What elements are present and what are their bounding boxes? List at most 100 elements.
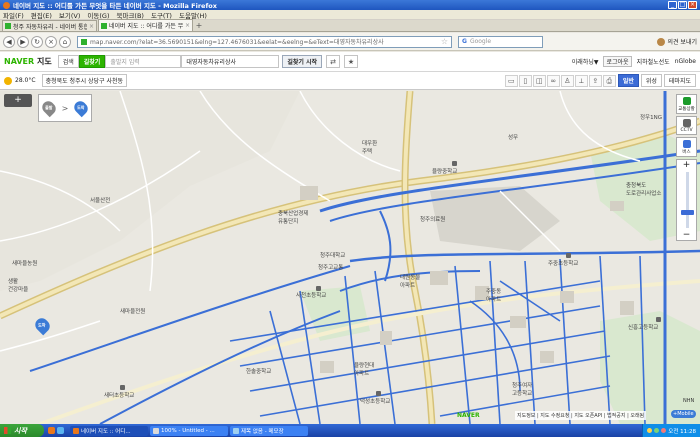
naver-favicon (81, 38, 87, 45)
taskbar-button-notepad[interactable]: 제목 없음 - 메모장 (230, 425, 308, 436)
tab-naver-map[interactable]: 네이버 지도 :: 어디를 가든 무엇을 ... × (98, 19, 193, 31)
school-icon (316, 286, 321, 291)
zoom-control: + − (676, 159, 697, 241)
clock: 오전 11:28 (668, 428, 696, 435)
taskbar-button-firefox[interactable]: 네이버 지도 :: 어디... (70, 425, 148, 436)
find-route-button[interactable]: 길찾기 시작 (282, 55, 323, 68)
new-tab-button[interactable]: + (194, 21, 204, 31)
tab-label: 네이버 지도 :: 어디를 가든 무엇을 ... (109, 23, 183, 30)
windows-logo-icon (4, 427, 11, 434)
menu-help[interactable]: 도움말(H) (179, 10, 207, 20)
end-pin-icon[interactable]: 도착 (72, 98, 91, 118)
school-icon (452, 161, 457, 166)
addon-icon[interactable] (657, 37, 666, 46)
menu-view[interactable]: 보기(V) (59, 10, 80, 20)
map-label: 한솔중학교 (246, 369, 272, 375)
subway-map-link[interactable]: 지하철노선도 (637, 57, 670, 66)
map-label: 서울산전 (90, 198, 111, 204)
map-label: 새마을농원 (12, 261, 38, 267)
map-tools: ▭ ▯ ◫ ∞ ♙ ⟂ ⇪ ⎙ 일반 위성 테마지도 (504, 74, 696, 87)
map-label: 주중초등학교 (548, 261, 579, 267)
subway-icon[interactable]: ▯ (518, 74, 532, 87)
zoom-slider-handle[interactable] (681, 210, 694, 215)
map-graphics (0, 91, 700, 424)
user-menu[interactable]: 이래하닝▼ (572, 57, 599, 66)
cctv-toggle[interactable]: CCTV (676, 116, 697, 135)
nglobe-link[interactable]: nGlobe (675, 58, 696, 65)
temperature: 28.0°C (15, 77, 36, 84)
url-bar[interactable]: map.naver.com/?elat=36.5690151&elng=127.… (77, 35, 452, 48)
start-button[interactable]: 시작 (0, 424, 44, 437)
close-button[interactable]: × (688, 1, 697, 9)
bus-toggle[interactable]: 버스 (676, 137, 697, 157)
school-icon (656, 317, 661, 322)
firefox-icon[interactable] (48, 427, 55, 434)
web-search-input[interactable]: G Google (458, 35, 543, 48)
search-tab[interactable]: 검색 (57, 55, 79, 68)
nav-right-tools: 의견 보내기 (655, 37, 697, 46)
tab-naver-search[interactable]: 청주 자동차유리 - 네이버 통합검색 × (2, 20, 97, 31)
ruler-icon[interactable]: ⟂ (574, 74, 588, 87)
favorite-star-icon[interactable]: ★ (344, 55, 359, 68)
image-editor-icon (153, 427, 159, 434)
home-button[interactable]: ⌂ (59, 35, 71, 48)
start-pin-icon[interactable]: 출발 (39, 98, 58, 118)
zoom-track[interactable] (686, 172, 689, 228)
car-icon[interactable]: ◫ (532, 74, 546, 87)
map-footer-links[interactable]: 지도정보 | 지도 수정요청 | 지도 오픈API | 법적공지 | 오래됨 (515, 411, 647, 420)
zoom-out-button[interactable]: − (677, 230, 696, 240)
window-title-bar: 네이버 지도 :: 어디를 가든 무엇을 타든 네이버 지도 - Mozilla… (0, 0, 700, 10)
start-location-input[interactable]: 출발지 입력 (105, 55, 182, 68)
menu-tools[interactable]: 도구(T) (151, 10, 172, 20)
bookmark-star-icon[interactable]: ☆ (441, 37, 448, 46)
traffic-toggle[interactable]: 교통상황 (676, 94, 697, 114)
menu-bookmarks[interactable]: 북마크(B) (116, 10, 143, 20)
normal-map-mode[interactable]: 일반 (617, 74, 639, 87)
destination-input[interactable]: 대영자동차유리상사 (181, 55, 280, 68)
map-label: 생활 건강마을 (8, 279, 29, 293)
taskbar-button-untitled[interactable]: 100% - Untitled - ... (150, 425, 228, 436)
stop-button[interactable]: × (45, 35, 57, 48)
tray-icon[interactable] (647, 428, 653, 433)
walk-icon[interactable]: ♙ (560, 74, 574, 87)
close-tab-icon[interactable]: × (89, 23, 94, 30)
swap-icon[interactable]: ⇄ (326, 55, 341, 68)
minimize-button[interactable]: _ (668, 1, 677, 9)
map-menu-plus-button[interactable]: + (4, 94, 32, 107)
feedback-link[interactable]: 의견 보내기 (667, 37, 697, 46)
logout-button[interactable]: 로그아웃 (603, 56, 632, 67)
google-icon: G (462, 38, 467, 45)
tray-icon[interactable] (654, 428, 660, 433)
menu-go[interactable]: 이동(G) (87, 10, 109, 20)
menu-edit[interactable]: 편집(E) (31, 10, 52, 20)
map-canvas[interactable]: 서울산전 새마을농원 생활 건강마을 대우환 주택 충북산업경제 유통단지 청주… (0, 91, 700, 424)
back-button[interactable]: ◀ (3, 35, 15, 48)
map-label: 신흥고등학교 (628, 325, 659, 331)
print-icon[interactable]: ⎙ (602, 74, 616, 87)
theme-map-mode[interactable]: 테마지도 (663, 74, 696, 87)
maximize-button[interactable]: □ (678, 1, 687, 9)
reload-button[interactable]: ↻ (31, 35, 43, 48)
bus-icon[interactable]: ▭ (504, 74, 518, 87)
forward-button[interactable]: ▶ (17, 35, 29, 48)
satellite-map-mode[interactable]: 위성 (640, 74, 662, 87)
menu-file[interactable]: 파일(F) (3, 10, 24, 20)
bicycle-icon[interactable]: ∞ (546, 74, 560, 87)
share-icon[interactable]: ⇪ (588, 74, 602, 87)
map-info-bar: 28.0°C 충청북도 청주시 상당구 사천동 ▭ ▯ ◫ ∞ ♙ ⟂ ⇪ ⎙ … (0, 72, 700, 90)
zoom-in-button[interactable]: + (677, 160, 696, 170)
map-label: 새터초등학교 (104, 393, 135, 399)
region-selector[interactable]: 충청북도 청주시 상당구 사천동 (41, 74, 128, 87)
system-tray: 오전 11:28 (642, 424, 700, 437)
map-label: 청주의료원 (420, 217, 446, 223)
route-pins-box: 출발 > 도착 (38, 94, 92, 122)
route-tab[interactable]: 길찾기 (78, 55, 106, 68)
ie-icon[interactable] (57, 427, 64, 434)
mobile-link[interactable]: +Mobile (671, 410, 696, 418)
map-label: 새마을전원 (120, 309, 146, 315)
naver-map-logo[interactable]: NAVER 지도 (4, 56, 52, 67)
map-right-controls: 교통상황 CCTV 버스 + − (676, 94, 697, 249)
tray-icon[interactable] (661, 428, 667, 433)
tab-bar: 청주 자동차유리 - 네이버 통합검색 × 네이버 지도 :: 어디를 가든 무… (0, 19, 700, 32)
close-tab-icon[interactable]: × (185, 22, 190, 29)
